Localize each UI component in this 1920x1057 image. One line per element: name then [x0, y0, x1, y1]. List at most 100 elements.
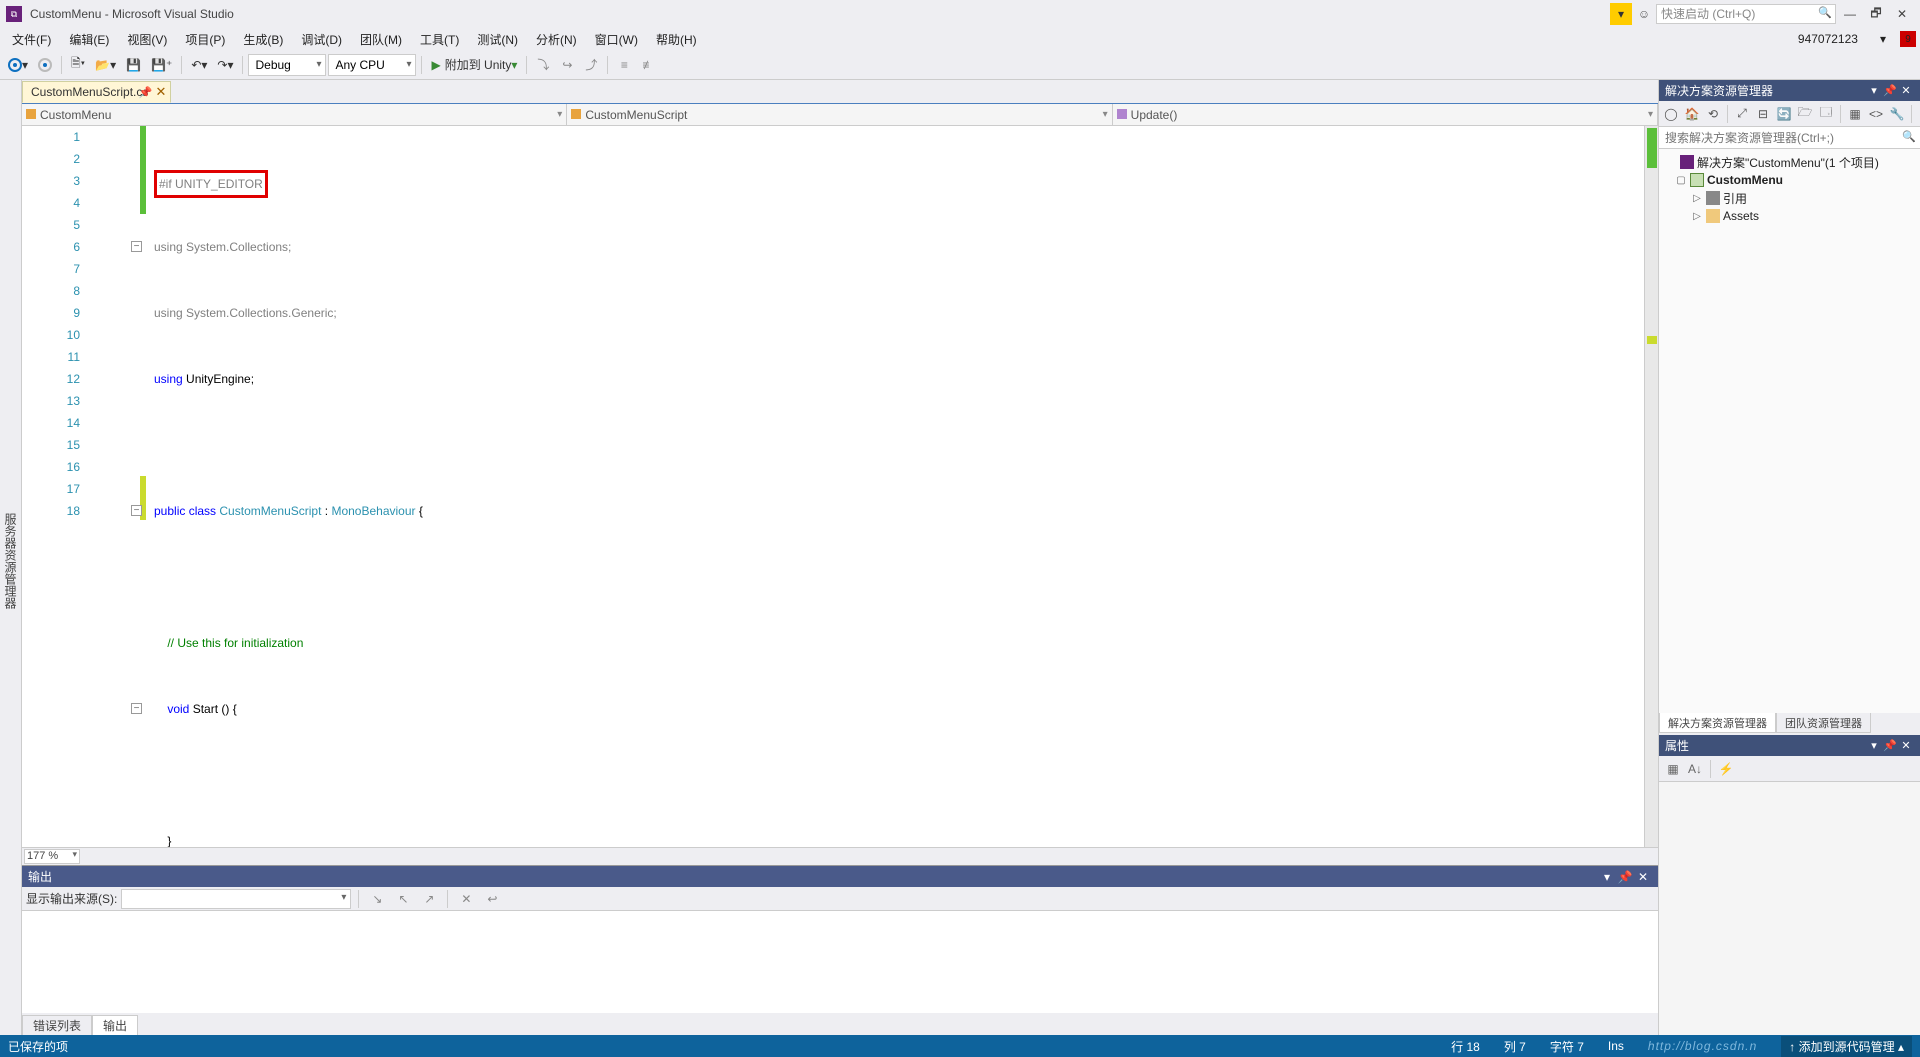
- props-events-icon[interactable]: ⚡: [1716, 759, 1736, 779]
- tab-error-list[interactable]: 错误列表: [22, 1015, 92, 1035]
- notifications-flag-icon[interactable]: ▾: [1610, 3, 1632, 25]
- code-editor[interactable]: 123456789 101112131415161718 #if UNITY_E…: [22, 126, 1644, 847]
- restore-button[interactable]: 🗗: [1864, 3, 1888, 25]
- slnexp-properties-icon[interactable]: 🗔: [1816, 104, 1836, 124]
- open-file-button[interactable]: 📂▾: [91, 54, 120, 76]
- slnexp-search-input[interactable]: [1659, 127, 1920, 148]
- tree-solution-node[interactable]: 解决方案"CustomMenu"(1 个项目): [1661, 153, 1918, 171]
- solution-explorer-search[interactable]: [1659, 127, 1920, 149]
- slnexp-back-icon[interactable]: ◯: [1661, 104, 1681, 124]
- menu-project[interactable]: 项目(P): [177, 29, 233, 50]
- output-next-icon[interactable]: ↗: [418, 889, 440, 909]
- fold-toggle[interactable]: −: [131, 703, 142, 714]
- undo-button[interactable]: ↶▾: [187, 54, 211, 76]
- slnexp-home-icon[interactable]: 🏠: [1682, 104, 1702, 124]
- redo-button[interactable]: ↷▾: [213, 54, 237, 76]
- close-tab-icon[interactable]: ✕: [155, 84, 166, 100]
- menu-analyze[interactable]: 分析(N): [528, 29, 585, 50]
- output-pin-icon[interactable]: 📌: [1616, 870, 1634, 884]
- minimize-button[interactable]: ―: [1838, 3, 1862, 25]
- nav-class-combo[interactable]: CustomMenuScript: [567, 104, 1112, 125]
- zoom-combo[interactable]: 177 %: [24, 849, 80, 864]
- slnexp-scope-icon[interactable]: ⤢: [1732, 104, 1752, 124]
- menu-debug[interactable]: 调试(D): [293, 29, 350, 50]
- menu-window[interactable]: 窗口(W): [587, 29, 646, 50]
- properties-header[interactable]: 属性 ▾ 📌 ✕: [1659, 735, 1920, 756]
- fold-toggle[interactable]: −: [131, 505, 142, 516]
- right-tab-strip: 解决方案资源管理器 团队资源管理器: [1659, 713, 1920, 735]
- slnexp-pin-icon[interactable]: 📌: [1882, 84, 1898, 97]
- step-out-icon[interactable]: ⤴: [580, 54, 602, 76]
- step-over-icon[interactable]: ↪: [556, 54, 578, 76]
- output-prev-icon[interactable]: ↖: [392, 889, 414, 909]
- solution-explorer-header[interactable]: 解决方案资源管理器 ▾ 📌 ✕: [1659, 80, 1920, 101]
- nav-back-button[interactable]: ▾: [4, 54, 32, 76]
- tree-project-node[interactable]: ▢CustomMenu: [1661, 171, 1918, 189]
- props-pin-icon[interactable]: 📌: [1882, 739, 1898, 752]
- menu-file[interactable]: 文件(F): [4, 29, 59, 50]
- props-alpha-icon[interactable]: A↓: [1685, 759, 1705, 779]
- nav-fwd-button[interactable]: [34, 54, 56, 76]
- pin-icon[interactable]: 📌: [139, 86, 153, 99]
- fold-toggle[interactable]: −: [131, 241, 142, 252]
- nav-scope-combo[interactable]: CustomMenu: [22, 104, 567, 125]
- menu-view[interactable]: 视图(V): [119, 29, 175, 50]
- new-project-button[interactable]: 🗎▾: [67, 54, 89, 76]
- tab-output[interactable]: 输出: [92, 1015, 138, 1035]
- notification-badge[interactable]: 9: [1900, 31, 1916, 47]
- output-wrap-icon[interactable]: ↩: [481, 889, 503, 909]
- save-all-button[interactable]: 💾⁺: [147, 54, 176, 76]
- output-clear-icon[interactable]: ✕: [455, 889, 477, 909]
- save-button[interactable]: 💾: [122, 54, 145, 76]
- output-panel-header[interactable]: 输出 ▾ 📌 ✕: [22, 866, 1658, 887]
- solution-tree[interactable]: 解决方案"CustomMenu"(1 个项目) ▢CustomMenu ▷引用 …: [1659, 149, 1920, 713]
- vs-logo-icon: ⧉: [6, 6, 22, 22]
- slnexp-preview-icon[interactable]: ▦: [1845, 104, 1865, 124]
- properties-grid[interactable]: [1659, 782, 1920, 1035]
- tab-team-explorer[interactable]: 团队资源管理器: [1776, 713, 1871, 733]
- output-close-icon[interactable]: ✕: [1634, 870, 1652, 884]
- menu-build[interactable]: 生成(B): [235, 29, 291, 50]
- doc-tab-custommenuscript[interactable]: CustomMenuScript.cs 📌 ✕: [22, 81, 171, 103]
- source-control-button[interactable]: ↑ 添加到源代码管理 ▴: [1781, 1036, 1912, 1057]
- tree-assets-node[interactable]: ▷Assets: [1661, 207, 1918, 225]
- platform-combo[interactable]: Any CPU: [328, 54, 416, 76]
- quick-launch-input[interactable]: 快速启动 (Ctrl+Q): [1656, 4, 1836, 24]
- config-combo[interactable]: Debug: [248, 54, 326, 76]
- slnexp-wrench-icon[interactable]: 🔧: [1887, 104, 1907, 124]
- menu-team[interactable]: 团队(M): [352, 29, 410, 50]
- close-button[interactable]: ✕: [1890, 3, 1914, 25]
- props-categorized-icon[interactable]: ▦: [1663, 759, 1683, 779]
- feedback-icon[interactable]: ☺: [1634, 7, 1654, 21]
- user-dropdown-icon[interactable]: ▾: [1872, 30, 1894, 48]
- tab-solution-explorer[interactable]: 解决方案资源管理器: [1659, 713, 1776, 733]
- slnexp-showall-icon[interactable]: 🗁: [1795, 104, 1815, 124]
- solution-icon: [1680, 155, 1694, 169]
- uncomment-button[interactable]: ≢: [637, 54, 659, 76]
- step-into-icon[interactable]: ⤵: [532, 54, 554, 76]
- server-explorer-tab[interactable]: 服务器资源管理器: [0, 86, 21, 1035]
- slnexp-close-icon[interactable]: ✕: [1898, 84, 1914, 97]
- props-close-icon[interactable]: ✕: [1898, 739, 1914, 752]
- slnexp-code-icon[interactable]: <>: [1866, 104, 1886, 124]
- nav-member-combo[interactable]: Update(): [1113, 104, 1658, 125]
- slnexp-collapse-icon[interactable]: ⊟: [1753, 104, 1773, 124]
- menu-tools[interactable]: 工具(T): [412, 29, 467, 50]
- start-attach-button[interactable]: ▶ 附加到 Unity ▾: [427, 54, 521, 76]
- signed-in-user[interactable]: 947072123: [1790, 30, 1866, 48]
- editor-scrollbar[interactable]: [1644, 126, 1658, 847]
- output-content[interactable]: [22, 911, 1658, 1013]
- menu-edit[interactable]: 编辑(E): [61, 29, 117, 50]
- tree-references-node[interactable]: ▷引用: [1661, 189, 1918, 207]
- output-source-combo[interactable]: [121, 889, 351, 909]
- slnexp-dropdown-icon[interactable]: ▾: [1866, 84, 1882, 97]
- output-goto-icon[interactable]: ↘: [366, 889, 388, 909]
- output-dropdown-icon[interactable]: ▾: [1598, 870, 1616, 884]
- window-title: CustomMenu - Microsoft Visual Studio: [30, 7, 1610, 21]
- menu-test[interactable]: 测试(N): [469, 29, 526, 50]
- comment-button[interactable]: ≡: [613, 54, 635, 76]
- menu-help[interactable]: 帮助(H): [648, 29, 705, 50]
- slnexp-sync-icon[interactable]: ⟲: [1703, 104, 1723, 124]
- slnexp-refresh-icon[interactable]: 🔄: [1774, 104, 1794, 124]
- props-dropdown-icon[interactable]: ▾: [1866, 739, 1882, 752]
